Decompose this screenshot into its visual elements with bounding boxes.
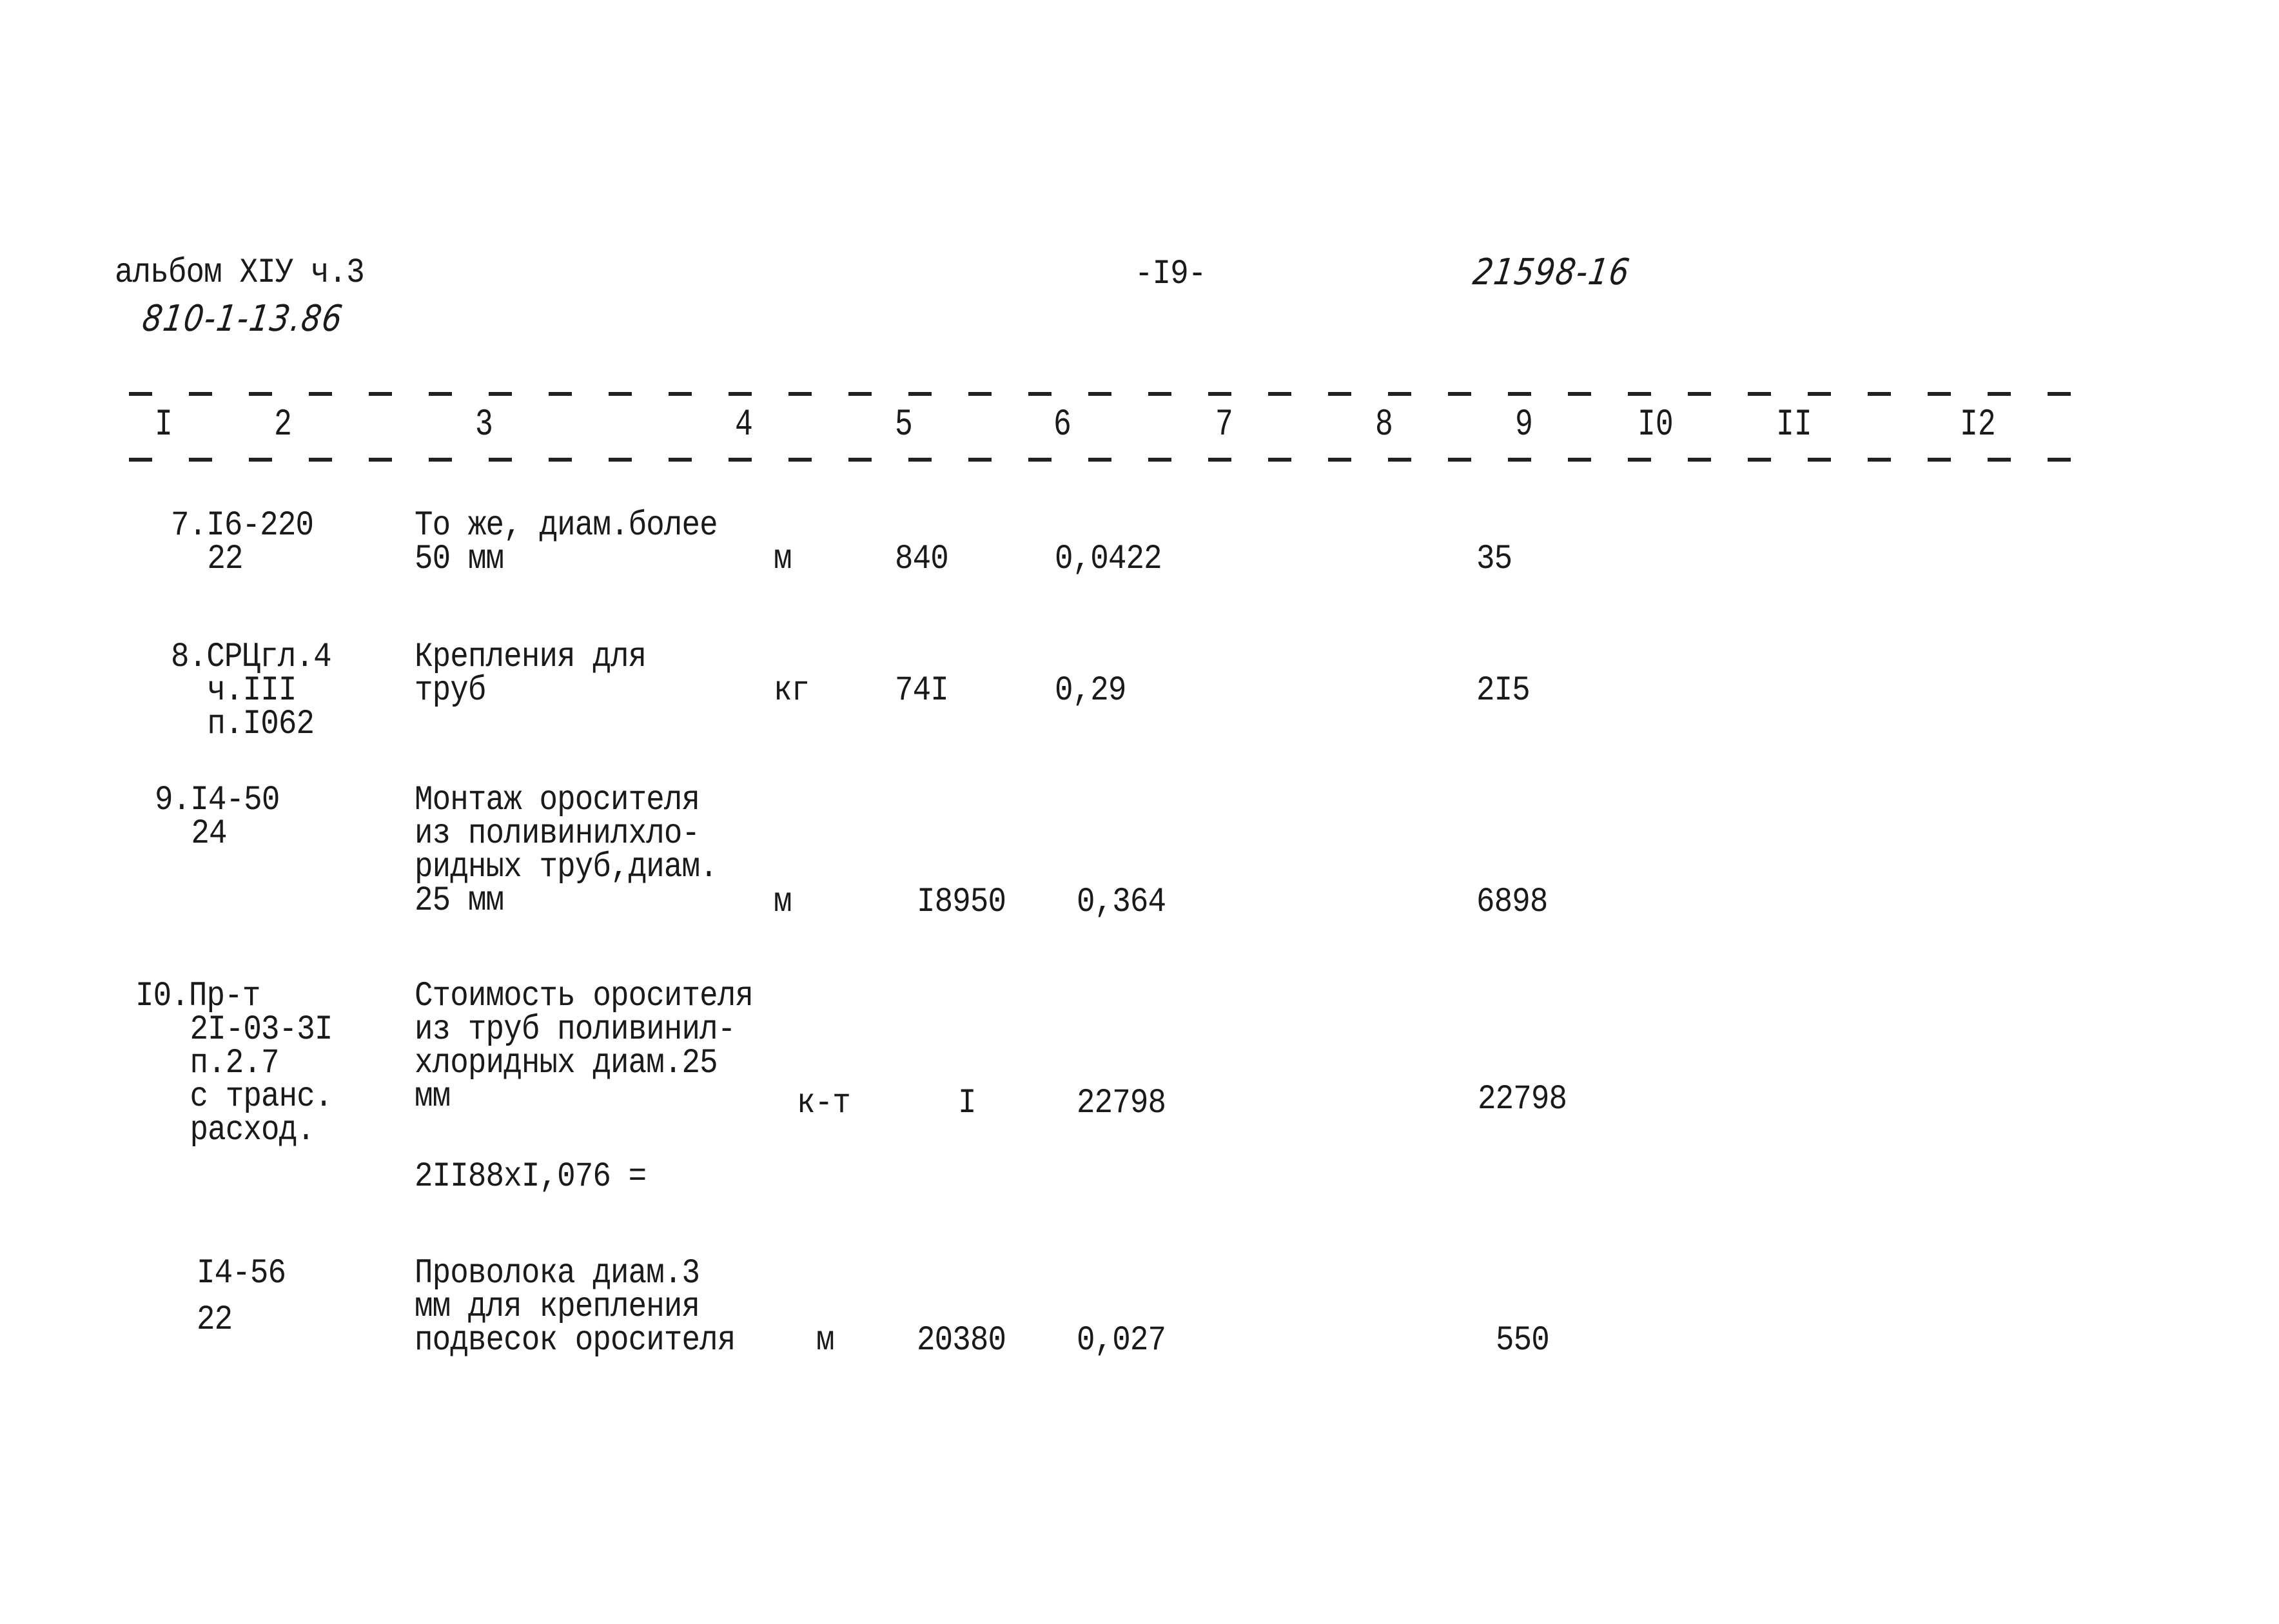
row-quantity: I8950 — [917, 883, 1006, 922]
row-total: 35 — [1476, 540, 1512, 579]
column-number-9: 9 — [1515, 404, 1533, 446]
ref-line: 8.СРЦгл.4 — [171, 638, 332, 677]
project-code: 810-1-13.86 — [139, 298, 346, 340]
row-unit: м — [774, 883, 792, 922]
row-unit: м — [816, 1321, 835, 1360]
row-formula: 2II88xI,076 = — [415, 1157, 647, 1197]
row-quantity: 74I — [895, 671, 949, 710]
ref-line: 22 — [207, 540, 243, 579]
row-unit-value: 0,0422 — [1055, 540, 1162, 579]
row-reference: I4-56 22 — [197, 1254, 286, 1340]
desc-line: хлоридных диам.25 — [415, 1044, 718, 1083]
column-number-2: 2 — [274, 404, 292, 446]
page-number: -I9- — [1135, 255, 1206, 294]
desc-line: труб — [415, 671, 486, 710]
ref-line: ч.III — [207, 671, 297, 710]
album-label: альбом XIУ ч.3 — [115, 253, 365, 293]
desc-line: ридных труб,диам. — [415, 848, 718, 887]
ref-line: с транс. — [190, 1077, 333, 1117]
column-number-11: II — [1776, 404, 1812, 446]
row-description: Стоимость оросителя из труб поливинил- х… — [415, 977, 754, 1117]
row-unit-value: 22798 — [1077, 1084, 1166, 1123]
header-top-dashed-rule — [129, 392, 2102, 396]
row-unit-value: 0,027 — [1077, 1321, 1166, 1360]
column-number-3: 3 — [475, 404, 493, 446]
desc-line: Крепления для — [415, 638, 647, 677]
ref-line: расход. — [190, 1111, 315, 1150]
column-number-6: 6 — [1053, 404, 1071, 446]
column-number-7: 7 — [1215, 404, 1233, 446]
ref-line: п.2.7 — [190, 1044, 279, 1083]
row-reference: 8.СРЦгл.4 ч.III п.I062 — [171, 638, 332, 744]
document-code: 21598-16 — [1470, 251, 1633, 293]
ref-line: 22 — [197, 1300, 233, 1340]
desc-line: подвесок оросителя — [415, 1321, 736, 1360]
desc-line: 50 мм — [415, 540, 504, 579]
row-description: То же, диам.более 50 мм — [415, 506, 718, 579]
row-unit-value: 0,364 — [1077, 883, 1166, 922]
row-description: Монтаж оросителя из поливинилхло- ридных… — [415, 781, 718, 921]
header-bottom-dashed-rule — [129, 458, 2102, 462]
desc-line: мм — [415, 1077, 451, 1117]
ref-line: I4-56 — [197, 1254, 286, 1293]
ref-line: п.I062 — [207, 705, 315, 744]
row-unit-value: 0,29 — [1055, 671, 1126, 710]
ref-line: 7.I6-220 — [171, 506, 314, 545]
row-unit: к-т — [797, 1084, 851, 1123]
desc-line: То же, диам.более — [415, 506, 718, 545]
desc-line: Стоимость оросителя — [415, 977, 754, 1016]
desc-line: Монтаж оросителя — [415, 781, 700, 820]
row-unit: м — [774, 540, 792, 579]
column-number-4: 4 — [735, 404, 753, 446]
row-total: 6898 — [1476, 883, 1548, 922]
row-total: 2I5 — [1476, 671, 1531, 710]
column-number-8: 8 — [1375, 404, 1393, 446]
desc-line: Проволока диам.3 — [415, 1254, 700, 1293]
row-quantity: 20380 — [917, 1321, 1006, 1360]
desc-line: из труб поливинил- — [415, 1010, 736, 1050]
row-unit: кг — [774, 671, 810, 710]
row-quantity: I — [958, 1084, 977, 1123]
column-number-5: 5 — [895, 404, 913, 446]
ref-line: 9.I4-50 — [155, 781, 280, 820]
column-number-1: I — [155, 404, 173, 446]
row-quantity: 840 — [895, 540, 949, 579]
column-number-12: I2 — [1960, 404, 1996, 446]
ref-line: 2I-03-3I — [190, 1010, 333, 1050]
desc-line: из поливинилхло- — [415, 814, 700, 854]
row-reference: I0.Пр-т 2I-03-3I п.2.7 с транс. расход. — [135, 977, 333, 1150]
row-reference: 9.I4-50 24 — [155, 781, 280, 854]
row-description: Крепления для труб — [415, 638, 647, 710]
row-description: Проволока диам.3 мм для крепления подвес… — [415, 1254, 736, 1360]
column-number-10: I0 — [1638, 404, 1674, 446]
ref-line: 24 — [191, 814, 227, 854]
ref-line: I0.Пр-т — [135, 977, 260, 1016]
row-total: 22798 — [1478, 1080, 1567, 1119]
row-total: 550 — [1496, 1321, 1550, 1360]
desc-line: мм для крепления — [415, 1287, 700, 1327]
desc-line: 25 мм — [415, 881, 504, 921]
row-reference: 7.I6-220 22 — [171, 506, 314, 579]
